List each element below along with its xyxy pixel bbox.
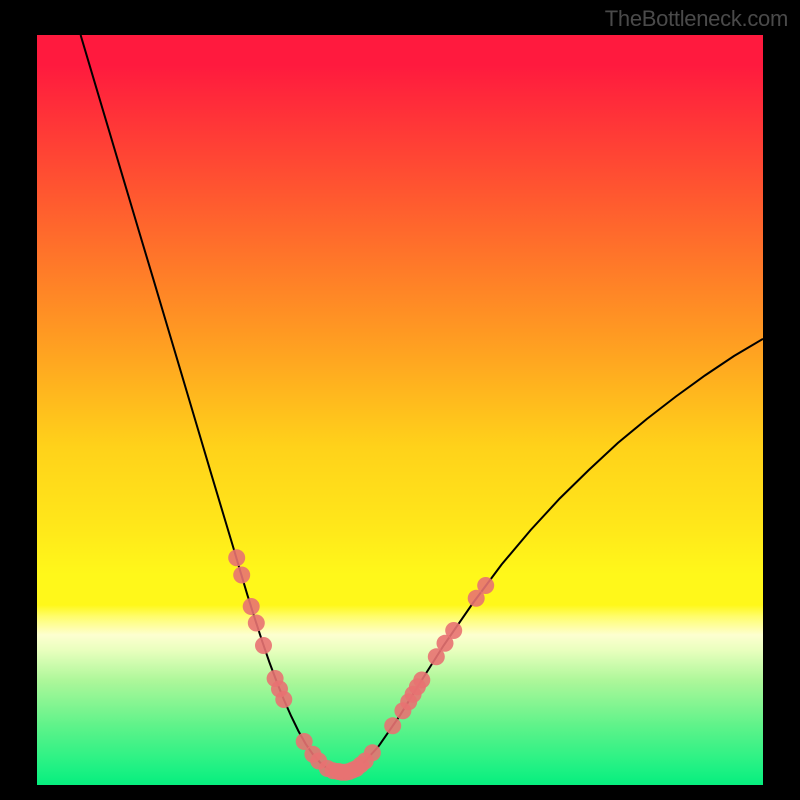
bottleneck-curve: [81, 35, 763, 772]
data-marker: [445, 622, 462, 639]
data-marker: [233, 567, 250, 584]
data-marker: [477, 577, 494, 594]
watermark-text: TheBottleneck.com: [605, 6, 788, 32]
data-marker: [275, 691, 292, 708]
chart-frame: TheBottleneck.com: [0, 0, 800, 800]
data-marker: [384, 717, 401, 734]
data-marker: [255, 637, 272, 654]
plot-svg: [37, 35, 763, 785]
data-marker: [228, 549, 245, 566]
data-marker: [413, 672, 430, 689]
data-marker: [248, 615, 265, 632]
plot-area: [37, 35, 763, 785]
data-marker: [243, 598, 260, 615]
marker-group: [228, 549, 494, 781]
data-marker: [364, 744, 381, 761]
